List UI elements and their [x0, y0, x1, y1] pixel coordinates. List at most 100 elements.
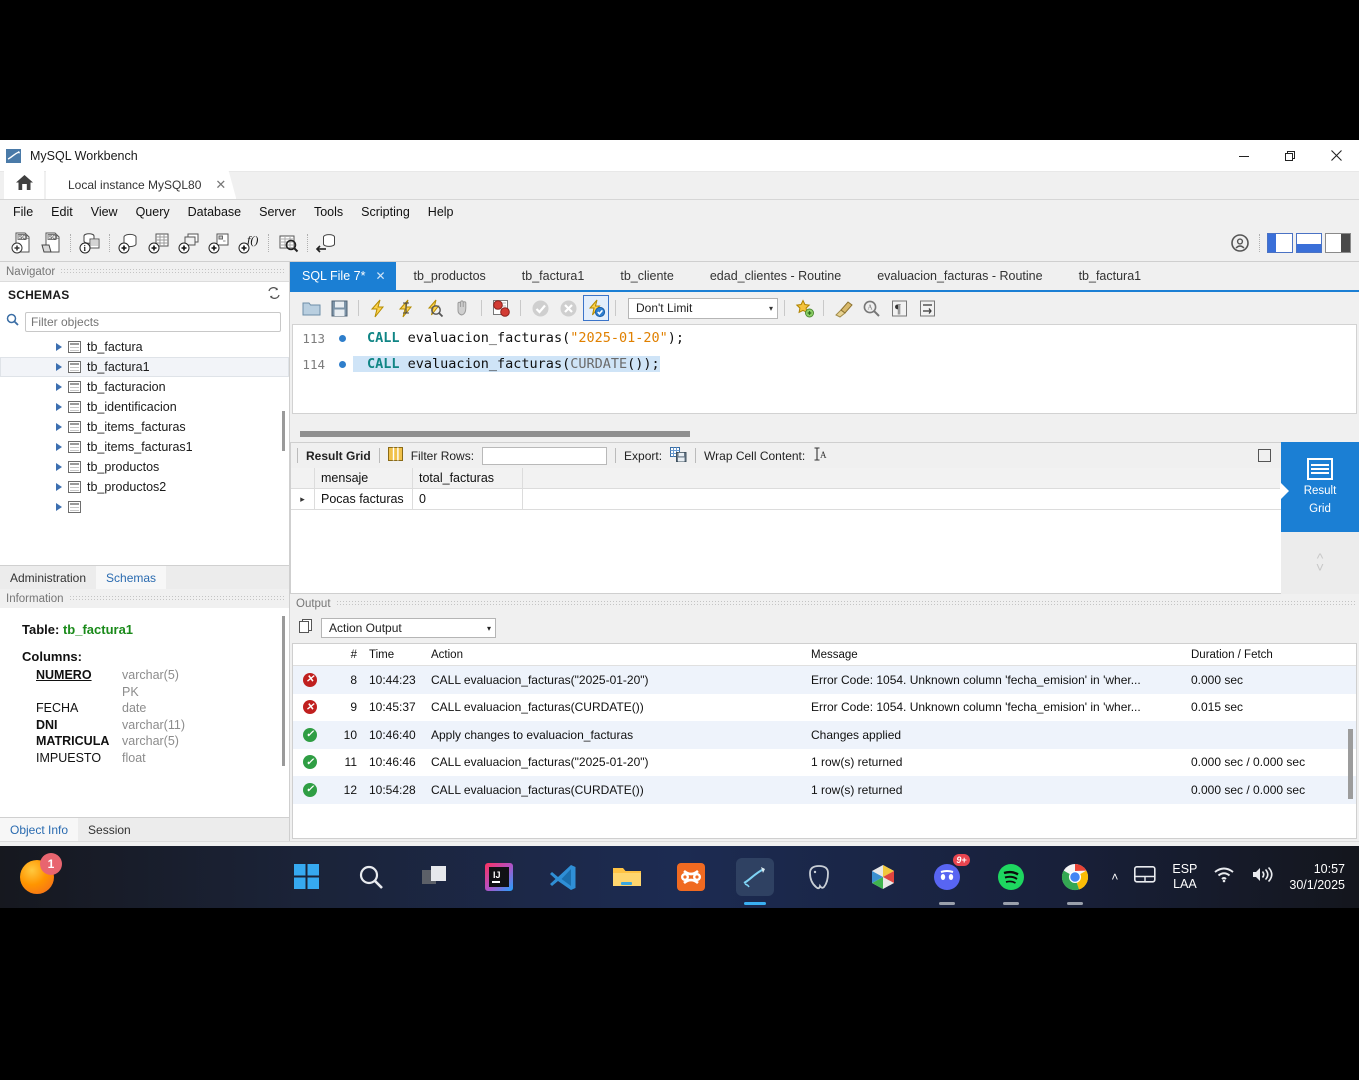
tab-tb_factura1[interactable]: tb_factura1	[504, 262, 603, 290]
row-limit-select[interactable]: Don't Limit ▾	[628, 297, 778, 319]
tree-item-tb_factura[interactable]: tb_factura	[0, 337, 289, 357]
chevron-right-icon[interactable]	[56, 383, 62, 391]
tree-scrollbar[interactable]	[282, 411, 285, 451]
new-routine-icon[interactable]	[204, 228, 234, 258]
sql-code-editor[interactable]: 113 CALL evaluacion_facturas("2025-01-20…	[292, 324, 1357, 414]
maximize-panel-icon[interactable]	[1258, 449, 1271, 462]
chevron-down-icon[interactable]: ▾	[487, 624, 491, 633]
new-table-icon[interactable]	[144, 228, 174, 258]
table-row[interactable]: ▸ Pocas facturas 0	[291, 489, 1281, 510]
breakpoint-icon[interactable]	[331, 334, 353, 342]
mysql-workbench-icon[interactable]	[735, 858, 774, 896]
execute-icon[interactable]	[365, 295, 391, 321]
side-tab-result-grid[interactable]: Result Grid	[1280, 442, 1359, 532]
table-row[interactable]: ✓ 10 10:46:40 Apply changes to evaluacio…	[293, 721, 1356, 749]
tab-sql-file-7[interactable]: SQL File 7* ✕	[290, 262, 396, 290]
toggle-stop-on-error-icon[interactable]	[488, 295, 514, 321]
cell-mensaje[interactable]: Pocas facturas	[315, 489, 413, 510]
wrap-cell-icon[interactable]: A	[813, 447, 829, 464]
language-indicator[interactable]: ESP LAA	[1172, 862, 1197, 892]
search-table-data-icon[interactable]	[273, 228, 303, 258]
close-icon[interactable]: ✕	[375, 269, 385, 283]
tree-item-tb_productos2[interactable]: tb_productos2	[0, 477, 289, 497]
add-snippet-icon[interactable]	[791, 295, 817, 321]
menu-file[interactable]: File	[4, 202, 42, 222]
info-scrollbar[interactable]	[282, 616, 285, 766]
chevron-right-icon[interactable]	[56, 463, 62, 471]
chevron-right-icon[interactable]	[56, 483, 62, 491]
explain-query-icon[interactable]	[421, 295, 447, 321]
side-tab-scroll-chevrons[interactable]: ^ ˅	[1281, 532, 1359, 594]
close-button[interactable]	[1313, 140, 1359, 172]
table-row[interactable]: ✕ 9 10:45:37 CALL evaluacion_facturas(CU…	[293, 694, 1356, 722]
intellij-idea-icon[interactable]: IJ	[480, 858, 518, 896]
tree-item-tb_identificacion[interactable]: tb_identificacion	[0, 397, 289, 417]
tab-local-instance[interactable]: Local instance MySQL80 ✕	[46, 171, 237, 199]
touchpad-icon[interactable]	[1134, 866, 1156, 888]
find-icon[interactable]: A	[858, 295, 884, 321]
filter-rows-input[interactable]	[482, 446, 608, 465]
tree-item-tb_items_facturas[interactable]: tb_items_facturas	[0, 417, 289, 437]
menu-database[interactable]: Database	[179, 202, 251, 222]
beautify-sql-icon[interactable]	[830, 295, 856, 321]
menu-query[interactable]: Query	[127, 202, 179, 222]
menu-server[interactable]: Server	[250, 202, 305, 222]
chevron-down-icon[interactable]: ▾	[769, 304, 773, 313]
tab-tb_cliente[interactable]: tb_cliente	[602, 262, 692, 290]
tree-item-tb_factura1[interactable]: tb_factura1	[0, 357, 289, 377]
new-function-icon[interactable]: f()	[234, 228, 264, 258]
export-icon[interactable]	[670, 446, 687, 465]
unity-icon[interactable]	[864, 858, 902, 896]
result-grid[interactable]: mensaje total_facturas ▸ Pocas facturas …	[291, 468, 1281, 593]
toggle-invisible-chars-icon[interactable]: ¶	[886, 295, 912, 321]
copy-icon[interactable]	[298, 618, 314, 639]
wifi-icon[interactable]	[1213, 866, 1235, 888]
schema-tree[interactable]: tb_factura tb_factura1 tb_facturacion tb…	[0, 337, 289, 565]
output-scrollbar[interactable]	[1348, 729, 1353, 799]
search-input[interactable]	[25, 312, 281, 332]
postgresql-icon[interactable]	[800, 858, 838, 896]
table-row[interactable]: ✓ 12 10:54:28 CALL evaluacion_facturas(C…	[293, 776, 1356, 804]
maximize-restore-button[interactable]	[1267, 140, 1313, 172]
table-row[interactable]: ✓ 11 10:46:46 CALL evaluacion_facturas("…	[293, 749, 1356, 777]
discord-icon[interactable]: 9+	[928, 854, 970, 896]
open-sql-script-icon[interactable]: SQL	[36, 228, 66, 258]
volume-icon[interactable]	[1251, 866, 1273, 888]
reconnect-server-icon[interactable]	[312, 228, 342, 258]
xampp-icon[interactable]	[672, 858, 710, 896]
output-view-select[interactable]: Action Output ▾	[321, 618, 496, 638]
menu-edit[interactable]: Edit	[42, 202, 82, 222]
google-chrome-icon[interactable]	[1056, 858, 1094, 896]
chevron-right-icon[interactable]	[56, 443, 62, 451]
new-sql-tab-icon[interactable]: SQL	[6, 228, 36, 258]
chevron-up-icon[interactable]: ˄	[1111, 870, 1118, 884]
firefox-icon[interactable]: 1	[20, 853, 62, 894]
editor-horizontal-scrollbar[interactable]	[300, 431, 690, 437]
chevron-right-icon[interactable]	[56, 403, 62, 411]
tab-edad_clientes-routine[interactable]: edad_clientes - Routine	[692, 262, 859, 290]
file-explorer-icon[interactable]	[608, 858, 646, 896]
toggle-secondary-sidebar-icon[interactable]	[1225, 228, 1255, 258]
toggle-output-icon[interactable]	[1296, 232, 1322, 253]
chevron-right-icon[interactable]	[56, 503, 62, 511]
execute-current-statement-icon[interactable]	[393, 295, 419, 321]
toggle-wordwrap-icon[interactable]	[914, 295, 940, 321]
chevron-right-icon[interactable]	[56, 423, 62, 431]
chevron-right-icon[interactable]	[56, 363, 62, 371]
open-script-icon[interactable]	[298, 295, 324, 321]
tree-item-tb_items_facturas1[interactable]: tb_items_facturas1	[0, 437, 289, 457]
cell-total_facturas[interactable]: 0	[413, 489, 523, 510]
menu-help[interactable]: Help	[419, 202, 463, 222]
connection-info-icon[interactable]: i	[75, 228, 105, 258]
table-row[interactable]: ✕ 8 10:44:23 CALL evaluacion_facturas("2…	[293, 666, 1356, 694]
tab-schemas[interactable]: Schemas	[96, 566, 167, 589]
start-button[interactable]	[288, 858, 326, 896]
menu-view[interactable]: View	[82, 202, 127, 222]
toggle-secondary-icon[interactable]	[1325, 232, 1351, 253]
chevron-down-icon[interactable]: ˅	[1316, 560, 1324, 574]
new-schema-icon[interactable]	[114, 228, 144, 258]
close-icon[interactable]: ✕	[215, 177, 226, 193]
result-grid-icon[interactable]	[387, 447, 403, 464]
save-script-icon[interactable]	[326, 295, 352, 321]
minimize-button[interactable]	[1221, 140, 1267, 172]
